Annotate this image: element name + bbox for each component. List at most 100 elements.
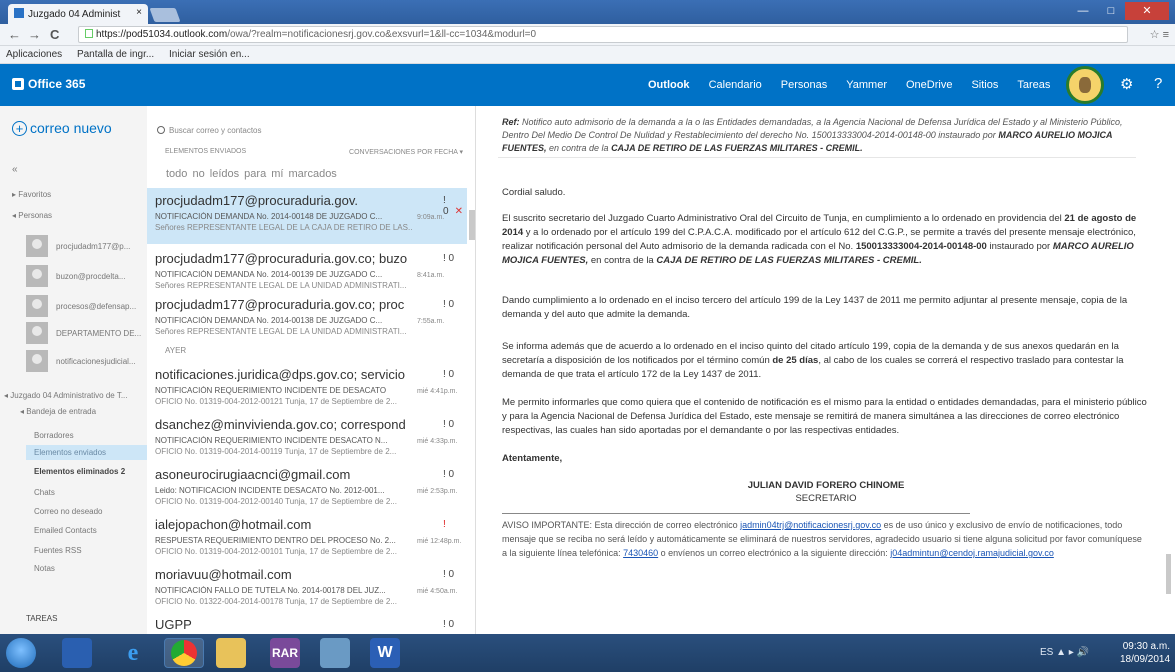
folder-inbox[interactable]: ◂ Bandeja de entrada xyxy=(20,407,96,416)
notice-email2-link[interactable]: j04admintun@cendoj.ramajudicial.gov.co xyxy=(890,548,1054,558)
folder-chats[interactable]: Chats xyxy=(34,488,55,497)
notice-email-link[interactable]: jadmin04trj@notificacionesrj.gov.co xyxy=(740,520,881,530)
collapse-icon[interactable]: « xyxy=(12,164,18,175)
p1-case-number: 150013333004-2014-00148-00 xyxy=(855,241,987,252)
message-time: 8:41a.m. xyxy=(417,272,445,279)
person-item[interactable]: notificacionesjudicial... xyxy=(26,350,144,372)
message-row[interactable]: notificaciones.juridica@dps.gov.co; serv… xyxy=(147,362,467,418)
account-folder[interactable]: ◂ Juzgado 04 Administrativo de T... xyxy=(4,391,128,400)
close-window-button[interactable]: ✕ xyxy=(1125,2,1169,20)
nav-sitios[interactable]: Sitios xyxy=(971,79,998,91)
new-tab-button[interactable] xyxy=(149,8,181,22)
tasks-header[interactable]: TAREAS xyxy=(26,614,57,623)
help-icon[interactable]: ? xyxy=(1154,75,1162,92)
person-avatar xyxy=(26,350,48,372)
person-item[interactable]: procesos@defensap... xyxy=(26,295,144,317)
search-input[interactable]: Buscar correo y contactos xyxy=(157,126,261,135)
notice-text: o envíenos un correo electrónico a la si… xyxy=(658,548,891,558)
new-mail-button[interactable]: + correo nuevo xyxy=(12,120,112,136)
folder-emailed-contacts[interactable]: Emailed Contacts xyxy=(34,526,97,535)
start-button[interactable] xyxy=(6,638,36,668)
folder-fuentes-rss[interactable]: Fuentes RSS xyxy=(34,546,82,555)
delete-icon[interactable]: ✕ xyxy=(455,206,463,217)
message-time: mié 4:50a.m. xyxy=(417,588,458,595)
search-icon xyxy=(157,126,165,134)
person-item[interactable]: buzon@procdelta... xyxy=(26,265,144,287)
message-row[interactable]: procjudadm177@procuraduria.gov. ! 0 ✕ NOT… xyxy=(147,188,467,244)
person-item[interactable]: procjudadm177@p... xyxy=(26,235,144,257)
message-subject: NOTIFICACIÓN DEMANDA No. 2014-00148 DE J… xyxy=(155,212,383,221)
person-name: procjudadm177@p... xyxy=(56,242,131,251)
bookmark-star-icon[interactable]: ☆ ≡ xyxy=(1150,28,1169,41)
list-header: ELEMENTOS ENVIADOS CONVERSACIONES POR FE… xyxy=(165,148,463,156)
winrar-icon[interactable]: RAR xyxy=(270,638,300,668)
importance-icon: ! 0 xyxy=(443,253,455,264)
folder-notas[interactable]: Notas xyxy=(34,564,55,573)
message-subject: NOTIFICACIÓN REQUERIMIENTO INCIDENTE DE … xyxy=(155,386,387,395)
maximize-button[interactable]: □ xyxy=(1097,2,1125,20)
paragraph-3: Se informa además que de acuerdo a lo or… xyxy=(502,340,1148,382)
browser-tab[interactable]: Juzgado 04 Administ × xyxy=(8,4,148,24)
reading-pane: Ref: Notifico auto admisorio de la deman… xyxy=(475,106,1175,634)
bookmark-iniciar[interactable]: Iniciar sesión en... xyxy=(169,49,250,60)
nav-yammer[interactable]: Yammer xyxy=(846,79,887,91)
sort-dropdown[interactable]: CONVERSACIONES POR FECHA ▾ xyxy=(349,148,463,156)
back-button[interactable]: ← xyxy=(8,27,21,42)
folder-correo-no-deseado[interactable]: Correo no deseado xyxy=(34,507,103,516)
browser-titlebar: Juzgado 04 Administ × — □ ✕ xyxy=(0,0,1175,24)
forward-button[interactable]: → xyxy=(28,27,41,42)
internet-explorer-icon[interactable]: e xyxy=(118,638,148,668)
ref-mid: en contra de la xyxy=(546,143,612,153)
office365-logo[interactable]: Office 365 xyxy=(12,77,85,91)
folder-elementos-enviados[interactable]: Elementos enviados xyxy=(26,445,147,460)
nav-onedrive[interactable]: OneDrive xyxy=(906,79,952,91)
bookmark-pantalla[interactable]: Pantalla de ingr... xyxy=(77,49,154,60)
tab-close-icon[interactable]: × xyxy=(136,7,142,18)
user-avatar[interactable] xyxy=(1066,66,1104,104)
nav-personas[interactable]: Personas xyxy=(781,79,827,91)
message-row[interactable]: procjudadm177@procuraduria.gov.co; proc … xyxy=(147,292,467,348)
message-row[interactable]: UGPP ! 0 xyxy=(147,612,467,634)
favorites-header[interactable]: ▸ Favoritos xyxy=(12,190,51,199)
notice-phone-link[interactable]: 7430460 xyxy=(623,548,658,558)
message-row[interactable]: ialejopachon@hotmail.com ! RESPUESTA REQ… xyxy=(147,512,467,568)
people-header[interactable]: ◂ Personas xyxy=(12,211,52,220)
paragraph-1: El suscrito secretario del Juzgado Cuart… xyxy=(502,212,1148,268)
reload-button[interactable]: C xyxy=(50,27,59,42)
divider-line xyxy=(502,513,970,514)
message-row[interactable]: moriavuu@hotmail.com ! 0 NOTIFICACIÓN FA… xyxy=(147,562,467,618)
message-preview: OFICIO No. 01319-004-2014-00119 Tunja, 1… xyxy=(155,447,397,456)
gear-icon[interactable]: ⚙ xyxy=(1120,75,1133,93)
list-filters[interactable]: todo no leídos para mí marcados xyxy=(166,168,337,180)
notice-text: AVISO IMPORTANTE: Esta dirección de corr… xyxy=(502,520,741,530)
bookmark-apps[interactable]: Aplicaciones xyxy=(6,49,62,60)
system-tray[interactable]: ES ▲ ▸ 🔊 xyxy=(1040,647,1089,658)
folder-borradores[interactable]: Borradores xyxy=(34,431,74,440)
program-icon[interactable] xyxy=(320,638,350,668)
message-row[interactable]: dsanchez@minvivienda.gov.co; correspond … xyxy=(147,412,467,468)
message-row[interactable]: asoneurocirugiaacnci@gmail.com ! 0 Leido… xyxy=(147,462,467,518)
nav-calendario[interactable]: Calendario xyxy=(709,79,762,91)
clock[interactable]: 09:30 a.m. 18/09/2014 xyxy=(1120,640,1170,666)
reference-text: Ref: Notifico auto admisorio de la deman… xyxy=(502,116,1148,155)
url-input[interactable]: https://pod51034.outlook.com/owa/?realm=… xyxy=(78,26,1128,43)
person-avatar xyxy=(26,322,48,344)
url-path: /owa/?realm=notificacionesrj.gov.co&exsv… xyxy=(227,29,537,40)
message-time: 7:55a.m. xyxy=(417,318,445,325)
important-notice: AVISO IMPORTANTE: Esta dirección de corr… xyxy=(502,518,1148,560)
p1-text: El suscrito secretario del Juzgado Cuart… xyxy=(502,213,1065,224)
nav-tareas[interactable]: Tareas xyxy=(1017,79,1050,91)
pane-scrollbar[interactable] xyxy=(1166,554,1171,594)
folder-elementos-eliminados[interactable]: Elementos eliminados 2 xyxy=(34,467,125,476)
nav-outlook[interactable]: Outlook xyxy=(648,79,690,91)
media-player-icon[interactable] xyxy=(62,638,92,668)
minimize-button[interactable]: — xyxy=(1069,2,1097,20)
importance-icon: ! xyxy=(443,519,446,530)
folder-icon[interactable] xyxy=(216,638,246,668)
chrome-icon[interactable] xyxy=(164,638,204,668)
greeting: Cordial saludo. xyxy=(502,187,566,198)
word-icon[interactable]: W xyxy=(370,638,400,668)
message-subject: NOTIFICACIÓN DEMANDA No. 2014-00138 DE J… xyxy=(155,316,383,325)
office-logo-icon xyxy=(12,78,24,90)
person-item[interactable]: DEPARTAMENTO DE... xyxy=(26,322,144,344)
